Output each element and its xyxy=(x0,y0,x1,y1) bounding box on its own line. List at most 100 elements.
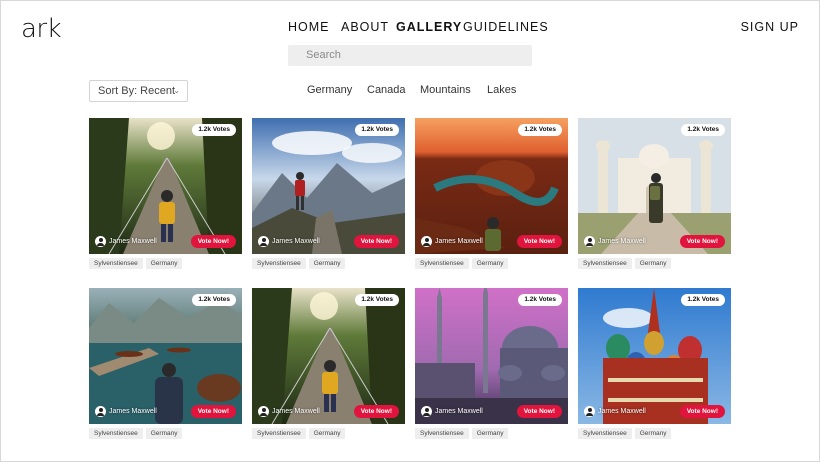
vote-now-button[interactable]: Vote Now! xyxy=(679,235,725,248)
author-name: James Maxwell xyxy=(109,238,157,245)
tag-list: Sylvenstiensee Germany xyxy=(252,428,348,439)
user-avatar-icon xyxy=(95,236,106,247)
author[interactable]: James Maxwell xyxy=(95,236,157,247)
gallery-card: 1.2k Votes James Maxwell Vote Now! Sylve… xyxy=(415,288,568,439)
vote-now-button[interactable]: Vote Now! xyxy=(516,235,562,248)
photo-image xyxy=(415,288,568,424)
tag[interactable]: Germany xyxy=(634,258,672,269)
author[interactable]: James Maxwell xyxy=(421,406,483,417)
gallery-photo[interactable]: 1.2k Votes James Maxwell Vote Now! xyxy=(415,118,568,254)
filter-lakes[interactable]: Lakes xyxy=(487,84,516,96)
gallery-card: 1.2k Votes James Maxwell Vote Now! Sylve… xyxy=(89,288,242,439)
tag[interactable]: Sylvenstiensee xyxy=(415,258,469,269)
vote-now-button[interactable]: Vote Now! xyxy=(190,405,236,418)
gallery-photo[interactable]: 1.2k Votes James Maxwell Vote Now! xyxy=(252,118,405,254)
gallery-card: 1.2k Votes James Maxwell Vote Now! Sylve… xyxy=(415,118,568,269)
nav-home[interactable]: HOME xyxy=(288,20,341,34)
tag[interactable]: Germany xyxy=(145,258,183,269)
photo-image xyxy=(89,288,242,424)
tag[interactable]: Sylvenstiensee xyxy=(252,258,306,269)
author[interactable]: James Maxwell xyxy=(258,236,320,247)
gallery-card: 1.2k Votes James Maxwell Vote Now! Sylve… xyxy=(252,288,405,439)
photo-image xyxy=(252,118,405,254)
main-nav: HOME ABOUT GALLERY GUIDELINES xyxy=(288,20,548,34)
tag[interactable]: Sylvenstiensee xyxy=(415,428,469,439)
tag-list: Sylvenstiensee Germany xyxy=(578,258,674,269)
gallery-photo[interactable]: 1.2k Votes James Maxwell Vote Now! xyxy=(415,288,568,424)
user-avatar-icon xyxy=(95,406,106,417)
gallery-card: 1.2k Votes James Maxwell Vote Now! Sylve… xyxy=(89,118,242,269)
author[interactable]: James Maxwell xyxy=(421,236,483,247)
signup-link[interactable]: SIGN UP xyxy=(741,20,799,34)
tag[interactable]: Germany xyxy=(634,428,672,439)
chevron-down-icon: ⌄ xyxy=(173,86,180,95)
vote-count-badge: 1.2k Votes xyxy=(355,124,399,136)
filter-mountains[interactable]: Mountains xyxy=(420,84,487,96)
tag-list: Sylvenstiensee Germany xyxy=(89,428,185,439)
gallery-card: 1.2k Votes James Maxwell Vote Now! Sylve… xyxy=(578,118,731,269)
vote-now-button[interactable]: Vote Now! xyxy=(190,235,236,248)
tag[interactable]: Germany xyxy=(471,428,509,439)
vote-now-button[interactable]: Vote Now! xyxy=(679,405,725,418)
gallery-photo[interactable]: 1.2k Votes James Maxwell Vote Now! xyxy=(252,288,405,424)
photo-image xyxy=(252,288,405,424)
gallery-photo[interactable]: 1.2k Votes James Maxwell Vote Now! xyxy=(89,118,242,254)
author-name: James Maxwell xyxy=(272,238,320,245)
tag[interactable]: Germany xyxy=(145,428,183,439)
search-input[interactable] xyxy=(288,45,532,66)
user-avatar-icon xyxy=(258,406,269,417)
author-name: James Maxwell xyxy=(598,238,646,245)
vote-now-button[interactable]: Vote Now! xyxy=(353,235,399,248)
nav-about[interactable]: ABOUT xyxy=(341,20,396,34)
tag[interactable]: Germany xyxy=(471,258,509,269)
author[interactable]: James Maxwell xyxy=(258,406,320,417)
filter-bar: Germany Canada Mountains Lakes xyxy=(307,84,516,96)
photo-image xyxy=(578,118,731,254)
logo[interactable]: ark xyxy=(21,14,62,44)
author-name: James Maxwell xyxy=(598,408,646,415)
vote-count-badge: 1.2k Votes xyxy=(518,124,562,136)
photo-image xyxy=(89,118,242,254)
user-avatar-icon xyxy=(258,236,269,247)
vote-count-badge: 1.2k Votes xyxy=(192,294,236,306)
author[interactable]: James Maxwell xyxy=(584,406,646,417)
nav-guidelines[interactable]: GUIDELINES xyxy=(463,20,548,34)
author[interactable]: James Maxwell xyxy=(584,236,646,247)
user-avatar-icon xyxy=(584,406,595,417)
user-avatar-icon xyxy=(584,236,595,247)
gallery-photo[interactable]: 1.2k Votes James Maxwell Vote Now! xyxy=(578,118,731,254)
vote-count-badge: 1.2k Votes xyxy=(518,294,562,306)
user-avatar-icon xyxy=(421,406,432,417)
author[interactable]: James Maxwell xyxy=(95,406,157,417)
vote-now-button[interactable]: Vote Now! xyxy=(516,405,562,418)
vote-count-badge: 1.2k Votes xyxy=(681,124,725,136)
filter-canada[interactable]: Canada xyxy=(367,84,420,96)
sort-dropdown[interactable]: Sort By: Recent ⌄ xyxy=(89,80,188,102)
tag-list: Sylvenstiensee Germany xyxy=(252,258,348,269)
tag[interactable]: Sylvenstiensee xyxy=(578,258,632,269)
tag[interactable]: Sylvenstiensee xyxy=(578,428,632,439)
vote-count-badge: 1.2k Votes xyxy=(681,294,725,306)
gallery-photo[interactable]: 1.2k Votes James Maxwell Vote Now! xyxy=(89,288,242,424)
author-name: James Maxwell xyxy=(435,408,483,415)
tag[interactable]: Germany xyxy=(308,428,346,439)
gallery-card: 1.2k Votes James Maxwell Vote Now! Sylve… xyxy=(252,118,405,269)
tag[interactable]: Sylvenstiensee xyxy=(89,428,143,439)
tag-list: Sylvenstiensee Germany xyxy=(415,258,511,269)
author-name: James Maxwell xyxy=(109,408,157,415)
tag[interactable]: Sylvenstiensee xyxy=(252,428,306,439)
tag-list: Sylvenstiensee Germany xyxy=(415,428,511,439)
nav-gallery[interactable]: GALLERY xyxy=(396,20,463,34)
gallery-card: 1.2k Votes James Maxwell Vote Now! Sylve… xyxy=(578,288,731,439)
gallery-photo[interactable]: 1.2k Votes James Maxwell Vote Now! xyxy=(578,288,731,424)
sort-label: Sort By: Recent xyxy=(98,85,176,97)
photo-image xyxy=(578,288,731,424)
tag[interactable]: Germany xyxy=(308,258,346,269)
tag[interactable]: Sylvenstiensee xyxy=(89,258,143,269)
author-name: James Maxwell xyxy=(272,408,320,415)
vote-count-badge: 1.2k Votes xyxy=(192,124,236,136)
vote-now-button[interactable]: Vote Now! xyxy=(353,405,399,418)
vote-count-badge: 1.2k Votes xyxy=(355,294,399,306)
tag-list: Sylvenstiensee Germany xyxy=(578,428,674,439)
filter-germany[interactable]: Germany xyxy=(307,84,367,96)
